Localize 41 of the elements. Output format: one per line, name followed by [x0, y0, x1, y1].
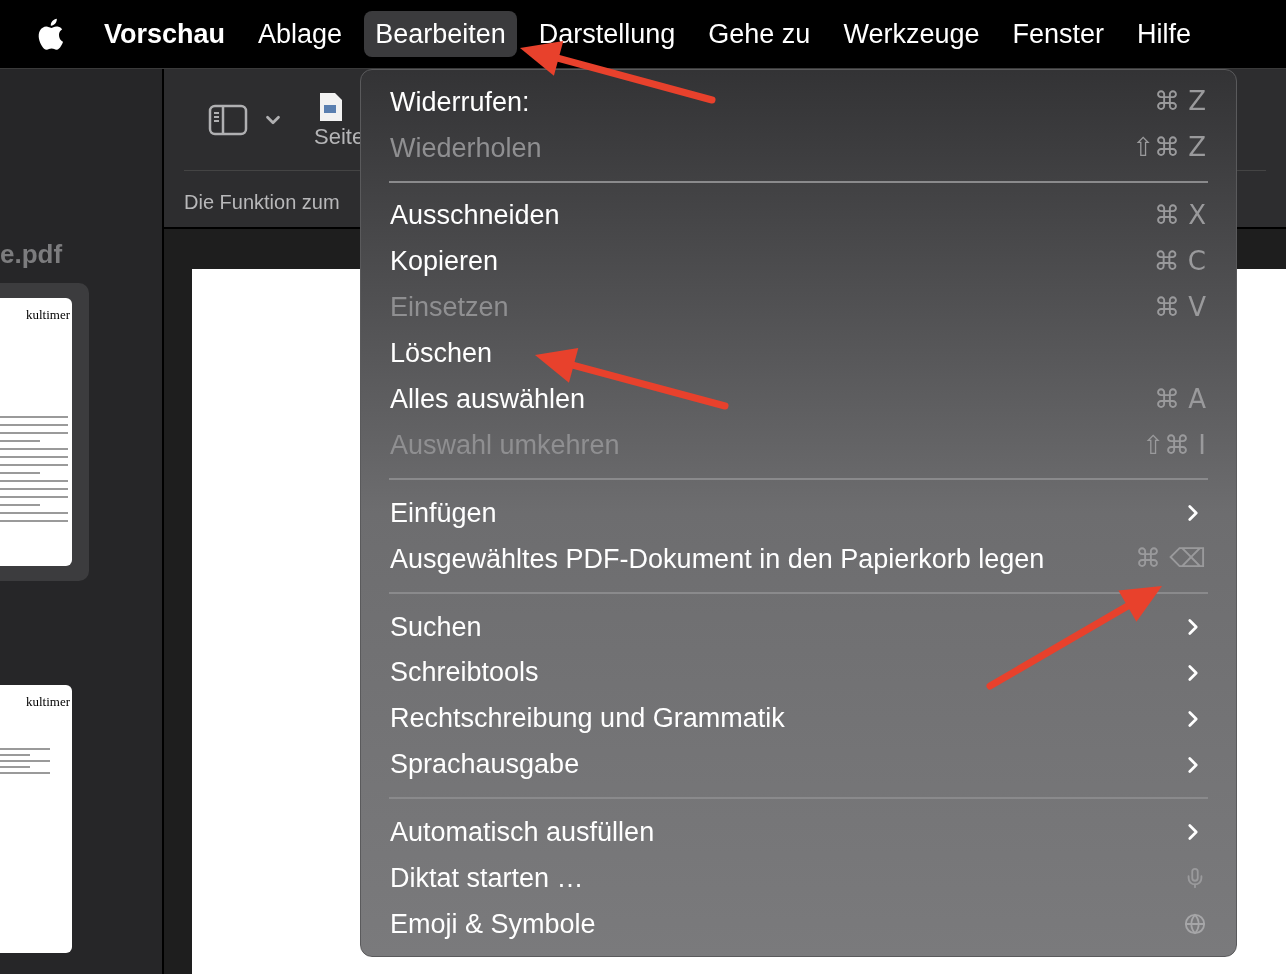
shortcut-text: ⌘ V — [1153, 291, 1206, 324]
shortcut-text: ⌘ ⌫ — [1134, 542, 1206, 576]
shortcut-text: ⇧⌘ Z — [1132, 131, 1206, 165]
file-name: e.pdf — [0, 241, 64, 267]
menu-bar-item[interactable]: Darstellung — [527, 11, 687, 57]
apple-logo-icon[interactable] — [36, 18, 64, 50]
shortcut-text: ⌘ X — [1153, 199, 1206, 233]
menu-bar-item[interactable]: Hilfe — [1126, 11, 1203, 57]
menu-bar-item[interactable]: Werkzeuge — [832, 11, 991, 57]
shortcut-text: ⌘ C — [1153, 245, 1206, 279]
menu-item[interactable]: Rechtschreibung und Grammatik — [361, 695, 1236, 742]
thumbnail-header: kultimer — [25, 308, 70, 321]
menu-bar-item[interactable]: Ablage — [247, 11, 354, 57]
text-lines-drawing — [0, 748, 50, 774]
menu-item[interactable]: Automatisch ausfüllen — [361, 809, 1236, 856]
menu-bar-item[interactable]: Vorschau — [93, 11, 237, 57]
menu-bar-item[interactable]: Gehe zu — [697, 11, 822, 57]
info-text: Die Funktion zum — [184, 190, 340, 215]
page-thumbnail-frame[interactable]: kultimer — [0, 670, 89, 968]
menu-item[interactable]: Emoji & Symbole — [361, 901, 1236, 948]
menu-bar-item[interactable]: Fenster — [1001, 11, 1115, 57]
globe-icon — [1184, 913, 1206, 936]
menu-item[interactable]: Alles auswählen ⌘ A — [361, 376, 1236, 423]
document-icon — [318, 91, 344, 122]
menu-bar-item[interactable]: Bearbeiten — [364, 11, 517, 57]
shortcut-text: ⇧⌘ I — [1142, 428, 1206, 462]
thumbnail-header: kultimer — [25, 695, 70, 708]
shortcut-text: ⌘ Z — [1153, 85, 1206, 119]
page-thumbnail-frame[interactable]: kultimer — [0, 283, 89, 581]
sidebar-toggle-icon[interactable] — [208, 103, 248, 136]
menu-item[interactable]: Schreibtools — [361, 649, 1236, 696]
menu-item[interactable]: Sprachausgabe — [361, 741, 1236, 788]
menu-item[interactable]: Suchen — [361, 603, 1236, 650]
menu-item[interactable]: Ausschneiden ⌘ X — [361, 192, 1236, 239]
menu-item[interactable]: Widerrufen: ⌘ Z — [361, 79, 1236, 125]
menu-item[interactable]: Diktat starten … — [361, 855, 1236, 902]
menu-item[interactable]: Ausgewähltes PDF-Dokument in den Papierkorb legen ⌘ ⌫ — [361, 536, 1236, 582]
menu-item[interactable]: Löschen — [361, 330, 1236, 377]
shortcut-text: ⌘ A — [1153, 382, 1206, 416]
menu-item[interactable]: Kopieren ⌘ C — [361, 238, 1236, 285]
menu-item[interactable]: Einfügen — [361, 490, 1236, 536]
